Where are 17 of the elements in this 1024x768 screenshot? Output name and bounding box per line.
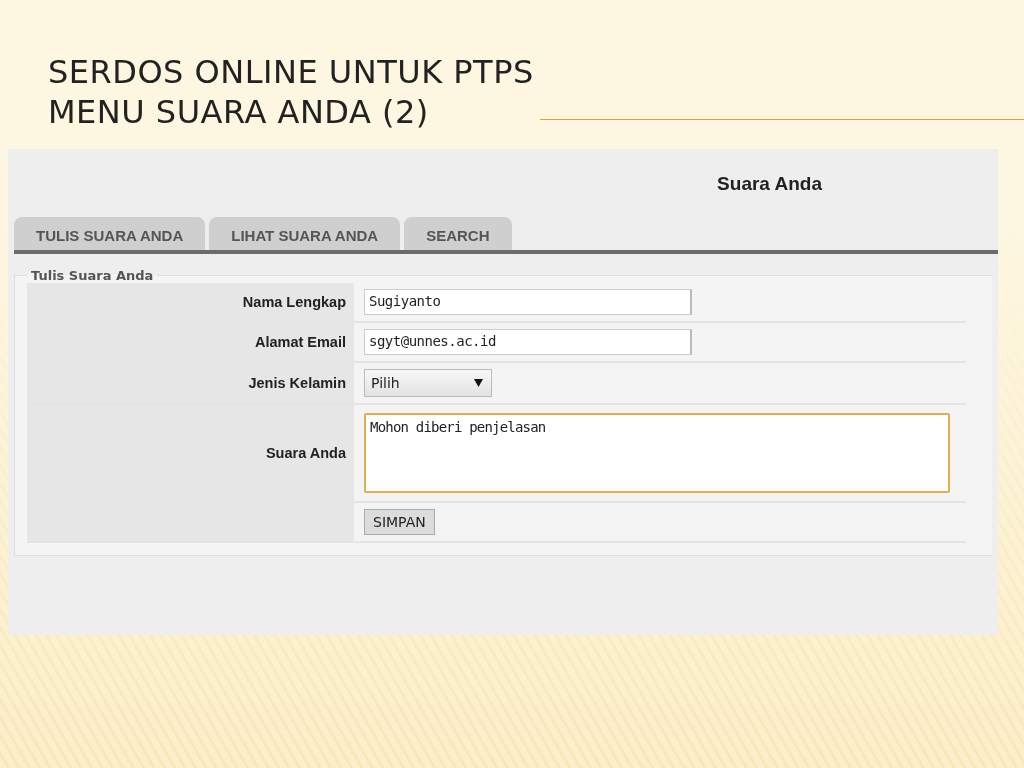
text-field[interactable]: sgyt@unnes.ac.id: [364, 329, 692, 355]
text-field[interactable]: Sugiyanto: [364, 289, 692, 315]
slide-title: MENU SUARA ANDA (2): [48, 92, 430, 132]
tab[interactable]: TULIS SUARA ANDA: [14, 217, 206, 250]
fieldset-legend: Tulis Suara Anda: [27, 268, 158, 283]
tab[interactable]: LIHAT SUARA ANDA: [209, 217, 401, 250]
message-field[interactable]: Mohon diberi penjelasan: [364, 413, 950, 493]
field-label: Jenis Kelamin: [27, 363, 354, 403]
field-label: Alamat Email: [27, 323, 354, 361]
save-button[interactable]: SIMPAN: [364, 509, 435, 535]
page-heading: Suara Anda: [717, 173, 822, 195]
gender-dropdown[interactable]: Pilih: [364, 369, 492, 397]
tab[interactable]: SEARCH: [404, 217, 512, 250]
caret-icon: [474, 379, 483, 387]
slide-title: SERDOS ONLINE UNTUK PTPS: [48, 52, 534, 92]
field-label: Nama Lengkap: [27, 283, 354, 321]
field-label: Suara Anda: [27, 405, 354, 501]
